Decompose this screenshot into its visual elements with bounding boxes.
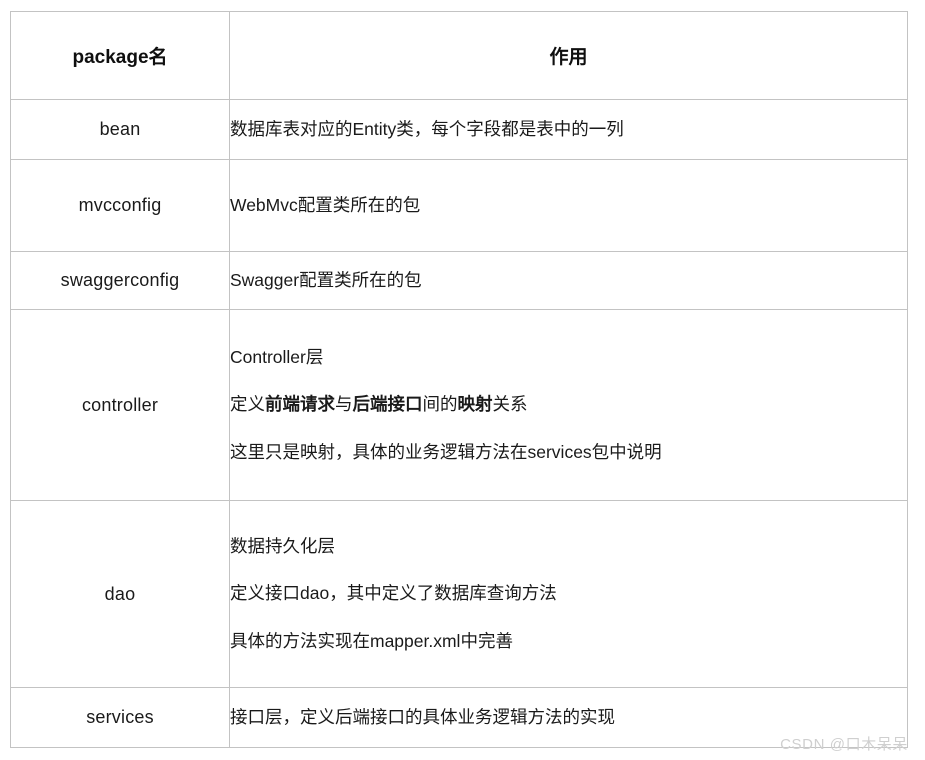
description-lines: 数据库表对应的Entity类，每个字段都是表中的一列 bbox=[230, 117, 907, 142]
description-line: 数据持久化层 bbox=[230, 534, 907, 559]
plain-text: 这里只是映射，具体的业务逻辑方法在services包中说明 bbox=[230, 441, 662, 462]
plain-text: 间的 bbox=[422, 394, 458, 415]
description-lines: 接口层，定义后端接口的具体业务逻辑方法的实现 bbox=[230, 705, 907, 730]
table-row: services 接口层，定义后端接口的具体业务逻辑方法的实现 bbox=[10, 687, 908, 748]
plain-text: 与 bbox=[335, 394, 353, 415]
plain-text: WebMvc配置类所在的包 bbox=[230, 194, 421, 215]
cell-package-name: dao bbox=[10, 500, 230, 688]
table-header-row: package名 作用 bbox=[10, 11, 908, 100]
table-row: bean 数据库表对应的Entity类，每个字段都是表中的一列 bbox=[10, 99, 908, 160]
plain-text: 具体的方法实现在mapper.xml中完善 bbox=[230, 630, 513, 651]
description-line: WebMvc配置类所在的包 bbox=[230, 193, 907, 218]
cell-role-description: WebMvc配置类所在的包 bbox=[229, 159, 908, 252]
plain-text: 定义接口dao，其中定义了数据库查询方法 bbox=[230, 583, 557, 604]
description-line: Swagger配置类所在的包 bbox=[230, 268, 907, 293]
plain-text: 关系 bbox=[492, 394, 528, 415]
description-lines: Swagger配置类所在的包 bbox=[230, 268, 907, 293]
table-row: mvcconfig WebMvc配置类所在的包 bbox=[10, 159, 908, 252]
plain-text: 接口层，定义后端接口的具体业务逻辑方法的实现 bbox=[230, 706, 615, 727]
cell-package-name: mvcconfig bbox=[10, 159, 230, 252]
cell-package-name: swaggerconfig bbox=[10, 251, 230, 310]
description-line: 接口层，定义后端接口的具体业务逻辑方法的实现 bbox=[230, 705, 907, 730]
cell-role-description: Controller层 定义前端请求与后端接口间的映射关系 这里只是映射，具体的业务… bbox=[229, 309, 908, 501]
description-line: 这里只是映射，具体的业务逻辑方法在services包中说明 bbox=[230, 440, 907, 465]
table-header: package名 作用 bbox=[10, 11, 908, 100]
emphasized-text: 后端接口 bbox=[352, 394, 423, 415]
description-lines: 数据持久化层定义接口dao，其中定义了数据库查询方法 具体的方法实现在mapper… bbox=[230, 523, 907, 665]
package-description-table: package名 作用 bean 数据库表对应的Entity类，每个字段都是表中… bbox=[10, 11, 908, 748]
plain-text: 数据持久化层 bbox=[230, 535, 335, 556]
plain-text: Swagger配置类所在的包 bbox=[230, 269, 422, 290]
description-lines: Controller层 定义前端请求与后端接口间的映射关系 这里只是映射，具体的业务… bbox=[230, 334, 907, 476]
column-header-package: package名 bbox=[10, 11, 230, 100]
table-row: controller Controller层 定义前端请求与后端接口间的映射关系这… bbox=[10, 309, 908, 501]
table-row: dao 数据持久化层定义接口dao，其中定义了数据库查询方法 具体的方法实现在ma… bbox=[10, 500, 908, 688]
csdn-watermark: CSDN @口木呆呆 bbox=[780, 736, 908, 753]
description-line: 数据库表对应的Entity类，每个字段都是表中的一列 bbox=[230, 117, 907, 142]
table-body: bean 数据库表对应的Entity类，每个字段都是表中的一列 mvcconfi… bbox=[10, 99, 908, 748]
plain-text: Controller层 bbox=[230, 346, 324, 367]
description-line: Controller层 bbox=[230, 345, 907, 370]
description-line: 定义接口dao，其中定义了数据库查询方法 bbox=[230, 581, 907, 606]
plain-text: 定义 bbox=[230, 394, 265, 415]
cell-role-description: Swagger配置类所在的包 bbox=[229, 251, 908, 310]
plain-text: 数据库表对应的Entity类，每个字段都是表中的一列 bbox=[230, 118, 624, 139]
description-line: 具体的方法实现在mapper.xml中完善 bbox=[230, 629, 907, 654]
cell-package-name: controller bbox=[10, 309, 230, 501]
table-row: swaggerconfig Swagger配置类所在的包 bbox=[10, 251, 908, 310]
cell-role-description: 数据持久化层定义接口dao，其中定义了数据库查询方法 具体的方法实现在mapper… bbox=[229, 500, 908, 688]
emphasized-text: 前端请求 bbox=[265, 394, 335, 415]
cell-package-name: services bbox=[10, 687, 230, 748]
cell-package-name: bean bbox=[10, 99, 230, 160]
page-root: package名 作用 bean 数据库表对应的Entity类，每个字段都是表中… bbox=[0, 0, 925, 760]
description-line: 定义前端请求与后端接口间的映射关系 bbox=[230, 392, 907, 417]
description-lines: WebMvc配置类所在的包 bbox=[230, 193, 907, 218]
cell-role-description: 数据库表对应的Entity类，每个字段都是表中的一列 bbox=[229, 99, 908, 160]
emphasized-text: 映射 bbox=[457, 394, 493, 415]
column-header-role: 作用 bbox=[229, 11, 908, 100]
